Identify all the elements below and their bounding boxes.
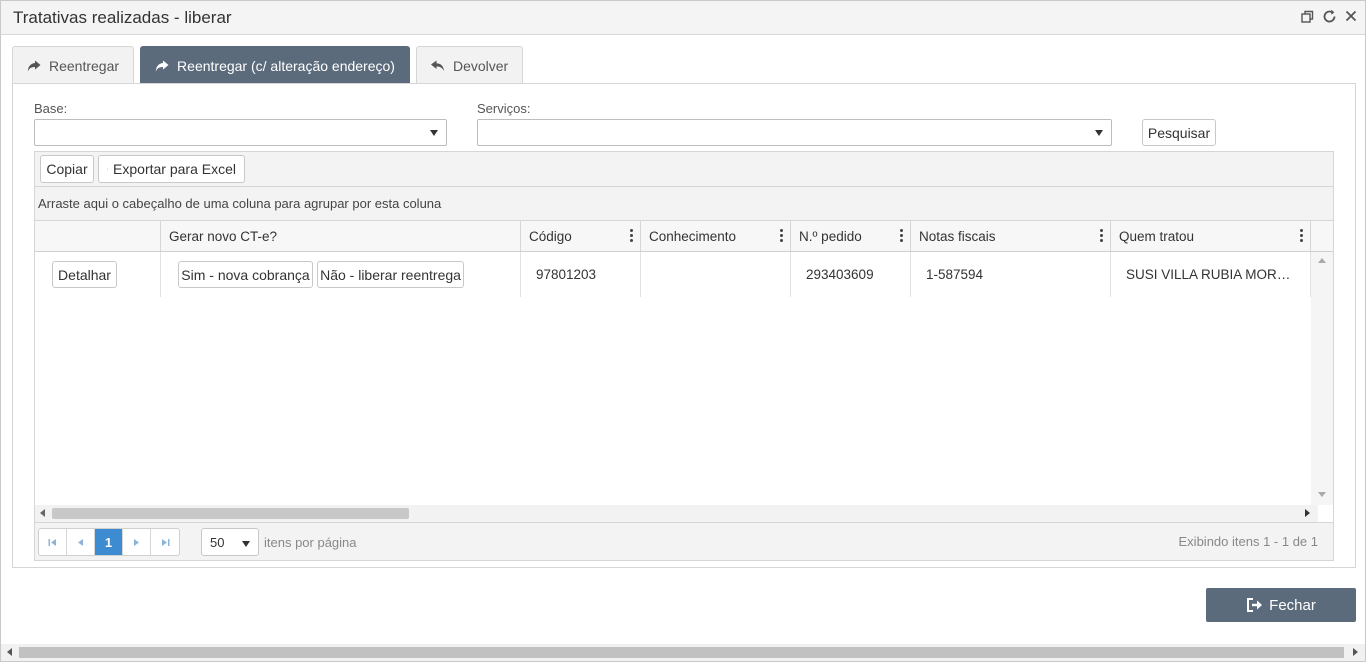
cell-notas-fiscais: 1-587594 — [911, 252, 1111, 297]
share-arrow-icon — [27, 60, 41, 71]
column-header-pedido[interactable]: N.º pedido — [791, 221, 911, 251]
cell-codigo: 97801203 — [521, 252, 641, 297]
close-icon[interactable] — [1343, 7, 1359, 25]
grid-vertical-scrollbar[interactable] — [1311, 252, 1333, 505]
cell-quem-tratou: SUSI VILLA RUBIA MOREIRA — [1111, 252, 1311, 297]
base-select[interactable] — [34, 119, 447, 146]
column-header-label: Notas fiscais — [919, 229, 996, 244]
column-menu-icon[interactable] — [630, 229, 633, 242]
page-size-value: 50 — [210, 535, 225, 550]
pager-buttons: 1 — [38, 528, 180, 556]
scroll-down-icon[interactable] — [1318, 492, 1326, 497]
tab-label: Reentregar — [49, 57, 120, 74]
last-page-button[interactable] — [151, 529, 179, 555]
chevron-down-icon — [430, 130, 438, 136]
cell-text: 1-587594 — [926, 267, 984, 282]
grid-horizontal-scrollbar[interactable] — [35, 505, 1318, 522]
tab-label: Reentregar (c/ alteração endereço) — [177, 57, 395, 74]
title-bar: Tratativas realizadas - liberar — [1, 1, 1365, 35]
title-actions — [1299, 7, 1359, 25]
grid-toolbar: Copiar Exportar para Excel — [35, 152, 1333, 187]
share-arrow-icon — [155, 60, 169, 71]
search-button[interactable]: Pesquisar — [1142, 119, 1216, 146]
next-page-icon — [134, 538, 139, 546]
scrollbar-thumb[interactable] — [19, 647, 1344, 658]
close-dialog-label: Fechar — [1269, 596, 1316, 614]
window-title: Tratativas realizadas - liberar — [13, 8, 232, 27]
cell-text: 97801203 — [536, 267, 597, 282]
column-header-label: Conhecimento — [649, 229, 737, 244]
base-label: Base: — [34, 101, 68, 116]
scrollbar-thumb[interactable] — [52, 508, 409, 519]
restore-icon[interactable] — [1299, 7, 1315, 25]
column-menu-icon[interactable] — [1300, 229, 1303, 242]
scroll-left-icon[interactable] — [7, 648, 12, 656]
column-header-notas-fiscais[interactable]: Notas fiscais — [911, 221, 1111, 251]
excel-file-icon — [107, 168, 109, 170]
column-header-actions — [35, 221, 161, 251]
detail-button[interactable]: Detalhar — [52, 261, 117, 288]
previous-page-icon — [78, 538, 83, 546]
yes-new-charge-button[interactable]: Sim - nova cobrança — [178, 261, 313, 288]
cell-text: SUSI VILLA RUBIA MOREIRA — [1126, 267, 1296, 282]
cell-text: 293403609 — [806, 267, 874, 282]
tab-strip: Reentregar Reentregar (c/ alteração ende… — [12, 46, 524, 84]
copy-button[interactable]: Copiar — [40, 155, 94, 183]
scroll-right-icon[interactable] — [1353, 648, 1358, 656]
servicos-label: Serviços: — [477, 101, 531, 116]
grid-pager: 1 50 itens por página Exibindo itens 1 -… — [35, 522, 1333, 560]
previous-page-button[interactable] — [67, 529, 95, 555]
column-header-label: Código — [529, 229, 572, 244]
column-header-quem-tratou[interactable]: Quem tratou — [1111, 221, 1311, 251]
grid-header: Gerar novo CT-e? Código Conhecimento N.º… — [35, 221, 1333, 252]
scroll-right-icon[interactable] — [1305, 509, 1310, 517]
column-header-codigo[interactable]: Código — [521, 221, 641, 251]
chevron-down-icon — [242, 541, 250, 547]
column-header-conhecimento[interactable]: Conhecimento — [641, 221, 791, 251]
pager-info: Exibindo itens 1 - 1 de 1 — [1178, 534, 1318, 549]
column-header-label: N.º pedido — [799, 229, 862, 244]
cell-pedido: 293403609 — [791, 252, 911, 297]
export-excel-label: Exportar para Excel — [113, 161, 236, 177]
scroll-left-icon[interactable] — [40, 509, 45, 517]
no-release-redelivery-button[interactable]: Não - liberar reentrega — [317, 261, 464, 288]
page-horizontal-scrollbar[interactable] — [1, 644, 1365, 661]
next-page-button[interactable] — [123, 529, 151, 555]
column-menu-icon[interactable] — [1100, 229, 1103, 242]
column-header-gerar-cte[interactable]: Gerar novo CT-e? — [161, 221, 521, 251]
column-menu-icon[interactable] — [900, 229, 903, 242]
table-row: Detalhar Sim - nova cobrança Não - liber… — [35, 252, 1311, 297]
export-excel-button[interactable]: Exportar para Excel — [98, 155, 245, 183]
tab-panel: Base: Serviços: Pesquisar Copiar Exporta… — [12, 83, 1356, 568]
cell-conhecimento — [641, 252, 791, 297]
group-drop-area[interactable]: Arraste aqui o cabeçalho de uma coluna p… — [35, 187, 1333, 221]
dialog-window: Tratativas realizadas - liberar Reentreg… — [0, 0, 1366, 662]
cell-actions: Detalhar — [35, 252, 161, 297]
refresh-icon[interactable] — [1321, 7, 1337, 25]
tab-devolver[interactable]: Devolver — [415, 46, 524, 84]
sign-out-icon — [1247, 598, 1263, 612]
per-page-label: itens por página — [264, 535, 357, 550]
data-grid: Copiar Exportar para Excel Arraste aqui … — [34, 151, 1334, 561]
last-page-icon — [161, 538, 169, 546]
column-menu-icon[interactable] — [780, 229, 783, 242]
column-header-label: Gerar novo CT-e? — [169, 229, 278, 244]
first-page-button[interactable] — [39, 529, 67, 555]
page-number-button[interactable]: 1 — [95, 529, 123, 555]
tab-label: Devolver — [452, 57, 509, 74]
first-page-icon — [48, 538, 56, 546]
servicos-select[interactable] — [477, 119, 1112, 146]
column-header-label: Quem tratou — [1119, 229, 1195, 244]
undo-arrow-icon — [430, 60, 444, 71]
cell-gerar-cte: Sim - nova cobrança Não - liberar reentr… — [161, 252, 521, 297]
page-size-select[interactable]: 50 — [201, 528, 259, 556]
chevron-down-icon — [1095, 130, 1103, 136]
scroll-up-icon[interactable] — [1318, 258, 1326, 263]
close-dialog-button[interactable]: Fechar — [1206, 588, 1356, 622]
tab-reentregar[interactable]: Reentregar — [12, 46, 135, 84]
tab-reentregar-alteracao-endereco[interactable]: Reentregar (c/ alteração endereço) — [140, 46, 410, 84]
